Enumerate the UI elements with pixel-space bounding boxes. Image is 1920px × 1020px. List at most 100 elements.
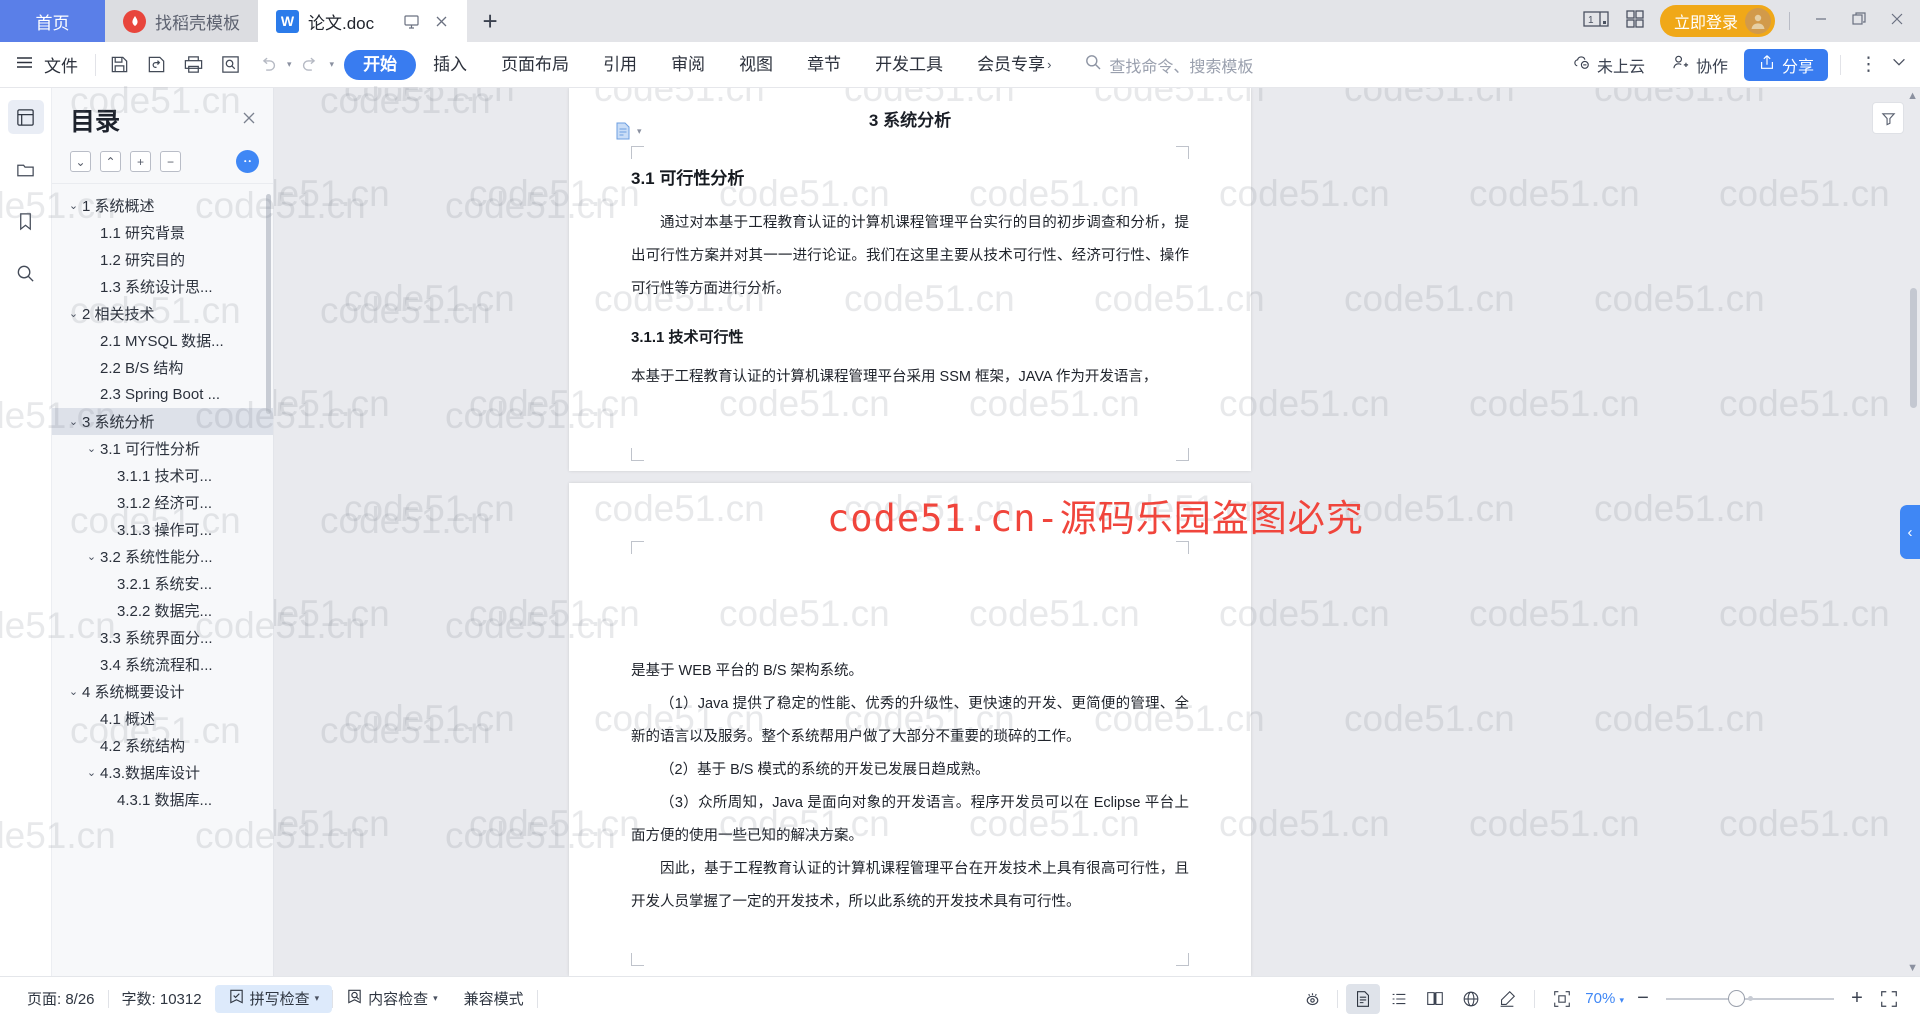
document-page-2[interactable]: 是基于 WEB 平台的 B/S 架构系统。 （1）Java 提供了稳定的性能、优…: [569, 483, 1251, 976]
view-web-icon[interactable]: [1454, 984, 1488, 1014]
grid-view-icon[interactable]: [1624, 8, 1646, 35]
outline-list[interactable]: ⌄1 系统概述⌄1.1 研究背景⌄1.2 研究目的⌄1.3 系统设计思...⌄2…: [52, 183, 273, 976]
close-window-button[interactable]: [1888, 10, 1906, 33]
outline-item[interactable]: ⌄ 4 系统概要设计: [52, 678, 273, 705]
page-count-icon[interactable]: 1: [1582, 9, 1610, 34]
outline-item[interactable]: ⌄1.3 系统设计思...: [52, 273, 273, 300]
outline-item[interactable]: ⌄3.1.3 操作可...: [52, 516, 273, 543]
chevron-down-icon[interactable]: ⌄: [83, 766, 100, 779]
navigation-pane-button[interactable]: [1872, 102, 1904, 134]
chevron-down-icon[interactable]: ⌄: [83, 442, 100, 455]
new-tab-button[interactable]: +: [467, 0, 514, 42]
close-outline-icon[interactable]: [241, 110, 259, 131]
outline-item[interactable]: ⌄4.2 系统结构: [52, 732, 273, 759]
compat-mode-label-item[interactable]: 兼容模式: [451, 985, 537, 1013]
outline-item[interactable]: ⌄3.1.2 经济可...: [52, 489, 273, 516]
zoom-out-button[interactable]: −: [1630, 987, 1656, 1010]
page-indicator[interactable]: 页面: 8/26: [14, 985, 108, 1013]
zoom-level-button[interactable]: 70% ▾: [1581, 990, 1628, 1007]
highlighter-icon[interactable]: [1490, 984, 1524, 1014]
ribbon-tab-vip[interactable]: 会员专享 ›: [960, 50, 1068, 80]
chevron-down-icon[interactable]: ⌄: [83, 550, 100, 563]
tab-home[interactable]: 首页: [0, 0, 105, 42]
present-icon[interactable]: [403, 13, 420, 30]
outline-visibility-icon[interactable]: [236, 150, 259, 173]
expand-sidebar-button[interactable]: ‹: [1900, 505, 1920, 559]
tab-docer-template[interactable]: 找稻壳模板: [105, 0, 258, 42]
print-preview-icon[interactable]: [212, 48, 249, 82]
chevron-down-icon[interactable]: ⌄: [65, 415, 82, 428]
minimize-button[interactable]: [1812, 10, 1830, 33]
rail-thumbnail-button[interactable]: [8, 152, 44, 186]
ribbon-tab-page-layout[interactable]: 页面布局: [484, 50, 586, 80]
outline-collapse-button[interactable]: −: [160, 151, 181, 172]
outline-item[interactable]: ⌄3.4 系统流程和...: [52, 651, 273, 678]
redo-dropdown-icon[interactable]: ▾: [330, 59, 335, 70]
save-as-icon[interactable]: [138, 48, 175, 82]
outline-item[interactable]: ⌄2.1 MYSQL 数据...: [52, 327, 273, 354]
chevron-down-icon[interactable]: ⌄: [65, 685, 82, 698]
menu-icon[interactable]: [0, 52, 44, 78]
outline-item[interactable]: ⌄3.2.1 系统安...: [52, 570, 273, 597]
outline-item[interactable]: ⌄2.2 B/S 结构: [52, 354, 273, 381]
document-area[interactable]: ▾ 3 系统分析 3.1 可行性分析 通过对本基于工程教育认证的计算机课程管理平…: [274, 88, 1920, 976]
outline-item[interactable]: ⌄2.3 Spring Boot ...: [52, 381, 273, 408]
content-check-button[interactable]: 内容检查 ▾: [333, 985, 451, 1013]
ribbon-tab-references[interactable]: 引用: [586, 50, 654, 80]
scroll-down-icon[interactable]: ▼: [1907, 962, 1918, 974]
cloud-status-button[interactable]: 未上云: [1562, 49, 1655, 81]
ribbon-tab-view[interactable]: 视图: [722, 50, 790, 80]
print-icon[interactable]: [175, 48, 212, 82]
outline-item[interactable]: ⌄4.1 概述: [52, 705, 273, 732]
tab-document[interactable]: W 论文.doc: [258, 0, 468, 42]
collapse-ribbon-icon[interactable]: [1890, 53, 1908, 76]
view-page-icon[interactable]: [1346, 983, 1381, 1014]
close-tab-icon[interactable]: [434, 14, 449, 29]
word-count[interactable]: 字数: 10312: [109, 985, 215, 1013]
outline-item[interactable]: ⌄ 3.2 系统性能分...: [52, 543, 273, 570]
chevron-down-icon[interactable]: ⌄: [65, 307, 82, 320]
outline-item[interactable]: ⌄ 2 相关技术: [52, 300, 273, 327]
zoom-slider-knob[interactable]: [1728, 989, 1745, 1007]
outline-item[interactable]: ⌄4.3.1 数据库...: [52, 786, 273, 813]
outline-item[interactable]: ⌄ 4.3.数据库设计: [52, 759, 273, 786]
search-input[interactable]: 查找命令、搜索模板: [1084, 53, 1253, 77]
scroll-up-icon[interactable]: ▲: [1907, 90, 1918, 102]
chevron-down-icon[interactable]: ▾: [315, 993, 320, 1004]
view-reading-icon[interactable]: [1418, 984, 1452, 1014]
zoom-in-button[interactable]: +: [1844, 987, 1870, 1010]
maximize-button[interactable]: [1850, 10, 1868, 33]
ribbon-tab-dev-tools[interactable]: 开发工具: [858, 50, 960, 80]
collaborate-button[interactable]: 协作: [1661, 49, 1738, 81]
rail-bookmark-button[interactable]: [8, 204, 44, 238]
outline-item[interactable]: ⌄3.2.2 数据完...: [52, 597, 273, 624]
outline-expand-button[interactable]: +: [130, 151, 151, 172]
rail-search-button[interactable]: [8, 256, 44, 290]
view-outline-icon[interactable]: [1382, 984, 1416, 1014]
chevron-down-icon[interactable]: ⌄: [65, 199, 82, 212]
outline-scrollbar[interactable]: [266, 194, 271, 414]
eye-protection-icon[interactable]: [1295, 984, 1329, 1014]
outline-item[interactable]: ⌄ 3 系统分析: [52, 408, 273, 435]
login-button[interactable]: 立即登录: [1659, 5, 1775, 37]
ribbon-tab-insert[interactable]: 插入: [416, 50, 484, 80]
save-icon[interactable]: [101, 48, 138, 82]
outline-next-heading-button[interactable]: ⌄: [70, 151, 91, 172]
outline-item[interactable]: ⌄3.1.1 技术可...: [52, 462, 273, 489]
outline-item[interactable]: ⌄1.1 研究背景: [52, 219, 273, 246]
chevron-down-icon[interactable]: ▾: [433, 993, 438, 1004]
file-menu-button[interactable]: 文件: [44, 52, 90, 77]
outline-item[interactable]: ⌄ 1 系统概述: [52, 192, 273, 219]
outline-item[interactable]: ⌄1.2 研究目的: [52, 246, 273, 273]
outline-prev-heading-button[interactable]: ⌃: [100, 151, 121, 172]
document-scrollbar[interactable]: [1910, 288, 1917, 408]
spellcheck-button[interactable]: 拼写检查 ▾: [214, 984, 333, 1013]
ribbon-tab-start[interactable]: 开始: [344, 49, 417, 80]
redo-icon[interactable]: [292, 48, 329, 82]
outline-item[interactable]: ⌄ 3.1 可行性分析: [52, 435, 273, 462]
outline-item[interactable]: ⌄3.3 系统界面分...: [52, 624, 273, 651]
zoom-slider[interactable]: [1666, 989, 1834, 1009]
fullscreen-icon[interactable]: [1872, 984, 1906, 1014]
ribbon-tab-sections[interactable]: 章节: [790, 50, 858, 80]
rail-outline-button[interactable]: [7, 100, 44, 134]
